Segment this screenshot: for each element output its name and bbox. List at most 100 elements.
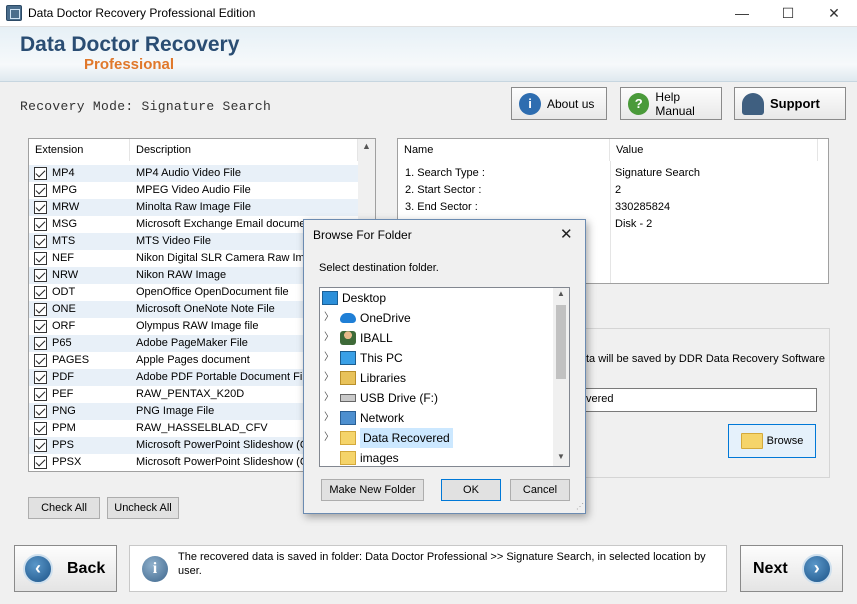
tree-item[interactable]: 〉 This PC	[320, 348, 554, 368]
make-new-folder-button[interactable]: Make New Folder	[321, 479, 424, 501]
tree-item[interactable]: 〉 Libraries	[320, 368, 554, 388]
minimize-button[interactable]: —	[719, 0, 765, 27]
row-checkbox[interactable]	[34, 405, 47, 418]
row-checkbox[interactable]	[34, 286, 47, 299]
info-icon: i	[519, 92, 541, 115]
list-item[interactable]: MRW Minolta Raw Image File	[29, 199, 358, 216]
row-extension: NEF	[52, 252, 74, 264]
scroll-up-icon[interactable]: ▲	[553, 289, 569, 298]
expand-chevron-icon[interactable]: 〉	[324, 408, 334, 428]
expand-chevron-icon[interactable]: 〉	[324, 388, 334, 408]
tree-item[interactable]: 〉 USB Drive (F:)	[320, 388, 554, 408]
row-description: Nikon Digital SLR Camera Raw Image	[136, 252, 324, 264]
row-checkbox[interactable]	[34, 184, 47, 197]
row-description: RAW_PENTAX_K20D	[136, 388, 245, 400]
info-value: 330285824	[615, 201, 671, 213]
usb-drive-icon	[340, 394, 356, 402]
row-extension: PPS	[52, 439, 75, 451]
check-all-button[interactable]: Check All	[28, 497, 100, 519]
row-description: Microsoft OneNote Note File	[136, 303, 275, 315]
column-header-extension[interactable]: Extension	[29, 139, 130, 161]
tree-item[interactable]: 〉 Data Recovered	[320, 428, 554, 448]
support-button[interactable]: Support	[734, 87, 846, 120]
row-extension: MPG	[52, 184, 78, 196]
uncheck-all-button[interactable]: Uncheck All	[107, 497, 179, 519]
table-row: 2. Start Sector : 2	[398, 182, 818, 199]
expand-chevron-icon[interactable]: 〉	[324, 428, 334, 448]
row-checkbox[interactable]	[34, 320, 47, 333]
folder-tree-scrollbar[interactable]: ▲ ▼	[553, 288, 569, 466]
row-checkbox[interactable]	[34, 354, 47, 367]
row-checkbox[interactable]	[34, 371, 47, 384]
row-description: Nikon RAW Image	[136, 269, 227, 281]
folder-tree[interactable]: Desktop 〉 OneDrive 〉 IBALL 〉 This PC 〉 Libraries…	[319, 287, 570, 467]
row-extension: MP4	[52, 167, 75, 179]
row-description: MPEG Video Audio File	[136, 184, 251, 196]
close-button[interactable]: ✕	[811, 0, 857, 27]
row-description: MTS Video File	[136, 235, 211, 247]
dialog-close-button[interactable]: ✕	[560, 225, 573, 243]
row-extension: ODT	[52, 286, 76, 298]
tree-item[interactable]: images	[320, 448, 554, 466]
desktop-icon	[322, 291, 338, 305]
row-checkbox[interactable]	[34, 337, 47, 350]
row-description: Microsoft PowerPoint Slideshow (O	[136, 456, 309, 468]
save-info-text: ta will be saved by DDR Data Recovery So…	[586, 353, 826, 365]
tree-item[interactable]: 〉 IBALL	[320, 328, 554, 348]
tree-item[interactable]: 〉 Network	[320, 408, 554, 428]
next-arrow-icon: ›	[801, 553, 832, 584]
row-checkbox[interactable]	[34, 422, 47, 435]
about-us-button[interactable]: i About us	[511, 87, 607, 120]
resize-grip[interactable]: ⋰	[576, 502, 584, 511]
column-header-description[interactable]: Description	[130, 139, 358, 161]
row-checkbox[interactable]	[34, 167, 47, 180]
row-checkbox[interactable]	[34, 252, 47, 265]
save-path-field[interactable]: vered	[575, 388, 817, 412]
expand-chevron-icon[interactable]: 〉	[324, 348, 334, 368]
window-title: Data Doctor Recovery Professional Editio…	[28, 6, 256, 20]
support-label: Support	[770, 96, 820, 111]
row-checkbox[interactable]	[34, 388, 47, 401]
list-item[interactable]: MP4 MP4 Audio Video File	[29, 165, 358, 182]
support-person-icon	[742, 92, 764, 115]
browse-button[interactable]: Browse	[728, 424, 816, 458]
tree-item-label: Desktop	[342, 291, 387, 305]
row-checkbox[interactable]	[34, 218, 47, 231]
tree-item[interactable]: 〉 OneDrive	[320, 308, 554, 328]
ok-button[interactable]: OK	[441, 479, 501, 501]
help-icon: ?	[628, 92, 650, 115]
expand-chevron-icon[interactable]: 〉	[324, 308, 334, 328]
row-description: OpenOffice OpenDocument file	[136, 286, 289, 298]
row-checkbox[interactable]	[34, 269, 47, 282]
next-button[interactable]: Next ›	[740, 545, 843, 592]
banner-subtitle: Professional	[84, 56, 175, 73]
scroll-thumb[interactable]	[556, 305, 566, 379]
scroll-down-icon[interactable]: ▼	[553, 452, 569, 461]
row-checkbox[interactable]	[34, 303, 47, 316]
row-checkbox[interactable]	[34, 456, 47, 469]
row-description: Minolta Raw Image File	[136, 201, 251, 213]
row-checkbox[interactable]	[34, 201, 47, 214]
footer-info-box: i The recovered data is saved in folder:…	[129, 545, 727, 592]
back-button[interactable]: ‹ Back	[14, 545, 117, 592]
expand-chevron-icon[interactable]: 〉	[324, 368, 334, 388]
list-item[interactable]: MPG MPEG Video Audio File	[29, 182, 358, 199]
expand-chevron-icon[interactable]: 〉	[324, 328, 334, 348]
maximize-button[interactable]: ☐	[765, 0, 811, 27]
tree-item[interactable]: Desktop	[320, 288, 554, 308]
table-row: 3. End Sector : 330285824	[398, 199, 818, 216]
help-manual-button[interactable]: ? Help Manual	[620, 87, 722, 120]
back-label: Back	[67, 559, 106, 577]
row-checkbox[interactable]	[34, 439, 47, 452]
row-description: RAW_HASSELBLAD_CFV	[136, 422, 268, 434]
banner: Data Doctor Recovery Professional	[0, 27, 857, 82]
dialog-title: Browse For Folder	[313, 228, 412, 242]
browse-for-folder-dialog: Browse For Folder ✕ Select destination f…	[303, 219, 586, 514]
table-row: 1. Search Type : Signature Search	[398, 165, 818, 182]
row-description: Olympus RAW Image file	[136, 320, 259, 332]
cancel-button[interactable]: Cancel	[510, 479, 570, 501]
row-description: Microsoft Exchange Email document	[136, 218, 315, 230]
recovery-mode-label: Recovery Mode: Signature Search	[20, 99, 272, 114]
row-checkbox[interactable]	[34, 235, 47, 248]
scroll-up-icon[interactable]: ▲	[358, 141, 375, 151]
